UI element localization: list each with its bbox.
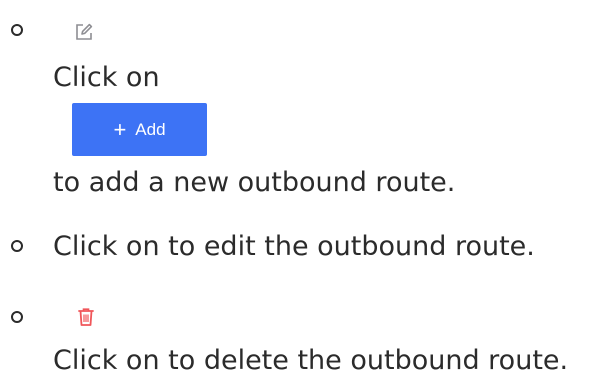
- add-button-label: Add: [135, 119, 166, 139]
- instruction-text: Click on to delete the outbound route.: [53, 345, 569, 376]
- plus-icon: +: [113, 116, 127, 142]
- list-bullet: [11, 24, 23, 36]
- instruction-text: Click on: [53, 62, 160, 93]
- add-button[interactable]: + Add: [72, 103, 207, 156]
- edit-icon[interactable]: [74, 22, 94, 42]
- instruction-text: Click on to edit the outbound route.: [53, 231, 535, 262]
- list-bullet: [11, 311, 23, 323]
- instruction-text: to add a new outbound route.: [53, 167, 456, 198]
- list-bullet: [11, 240, 23, 252]
- trash-icon[interactable]: [77, 307, 95, 327]
